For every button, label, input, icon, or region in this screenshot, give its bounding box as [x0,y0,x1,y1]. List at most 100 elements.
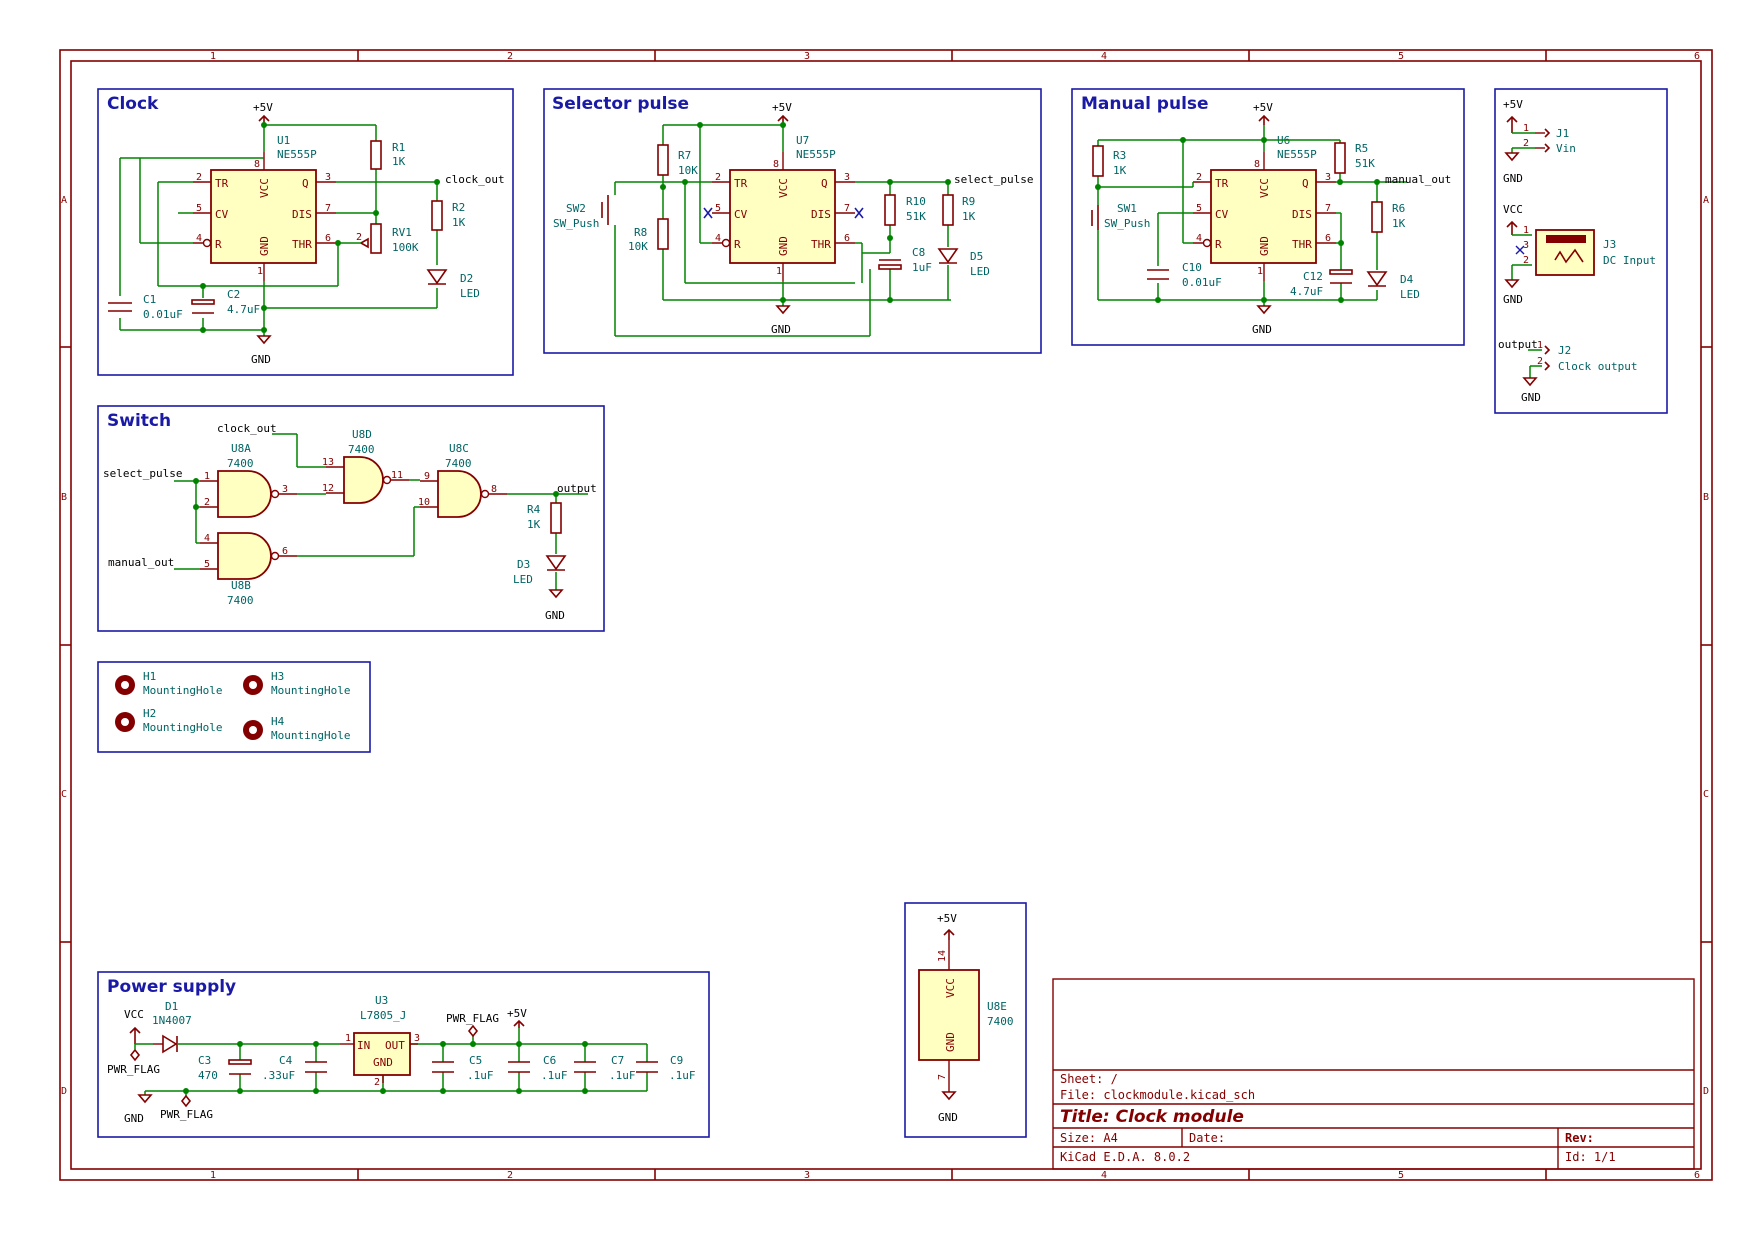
rv1-value: 100K [392,241,419,254]
u8e-ref: U8E [987,1000,1007,1013]
u7-pin-vcc: VCC [777,178,790,198]
u8e-gnd-label: GND [938,1111,958,1124]
c2-value: 4.7uF [227,303,260,316]
u8a-ref: U8A [231,442,251,455]
r8-ref: R8 [634,226,647,239]
c8-value: 1uF [912,261,932,274]
r10-value: 51K [906,210,926,223]
u8e-gnd: GND [944,1032,957,1052]
row-label: B [61,492,67,503]
net-label-output: output [1498,338,1538,351]
d2-ref: D2 [460,272,473,285]
pin-num: 4 [204,533,210,544]
u1-pin-gnd: GND [258,236,271,256]
r6-value: 1K [1392,217,1406,230]
pin-num: 5 [1196,203,1202,214]
u7-pin-thr: THR [811,238,831,251]
row-label: C [61,789,67,800]
j1-value: Vin [1556,142,1576,155]
tb-date: Date: [1189,1131,1225,1145]
r1-value: 1K [392,155,406,168]
u8e-pin7: 7 [937,1074,948,1080]
c8-ref: C8 [912,246,925,259]
rv1-ref: RV1 [392,226,412,239]
switch-gnd-label: GND [545,609,565,622]
pin-num: 1 [776,266,782,277]
col-label: 5 [1398,51,1404,62]
c7-ref: C7 [611,1054,624,1067]
row-label: B [1703,492,1709,503]
j1-pin2: 2 [1523,138,1529,149]
d5-ref: D5 [970,250,983,263]
r1-ref: R1 [392,141,405,154]
pin-num: 7 [844,203,850,214]
pin-num: 4 [1196,233,1202,244]
u7-value: NE555P [796,148,836,161]
pin-num: 4 [715,233,721,244]
j1-ref: J1 [1556,127,1569,140]
h1-value: MountingHole [143,684,222,697]
r3-value: 1K [1113,164,1127,177]
u6-pin-thr: THR [1292,238,1312,251]
power-circuit: VCC PWR_FLAG D1 1N4007 IN OUT GND 1 3 2 … [107,994,696,1125]
r6-ref: R6 [1392,202,1405,215]
pin-num: 9 [424,471,430,482]
u8e-power-unit: +5V 14 7 VCC GND U8E 7400 GND [918,912,1014,1124]
d4-ref: D4 [1400,273,1414,286]
ps-pwrflag-1: PWR_FLAG [107,1063,160,1076]
u1-pin-tr: TR [215,177,229,190]
pin-num: 5 [196,203,202,214]
clock-gnd-label: GND [251,353,271,366]
j3-pin2: 2 [1523,255,1529,266]
c1-value: 0.01uF [143,308,183,321]
net-label-manual-out-in: manual_out [108,556,174,569]
net-label-clock-out: clock_out [445,173,505,186]
pin-num: 6 [844,233,850,244]
u3-pin2: 2 [374,1077,380,1088]
r7-value: 10K [678,164,698,177]
r3-ref: R3 [1113,149,1126,162]
u3-pin-gnd: GND [373,1056,393,1069]
switch-circuit: 1 2 3 4 5 6 13 12 11 9 10 8 U8A 7400 U8B… [103,422,597,622]
u8e-vcc: VCC [944,978,957,998]
ps-pwrflag-3: PWR_FLAG [160,1108,213,1121]
pin-num: 6 [1325,233,1331,244]
u7-pin-gnd: GND [777,236,790,256]
pin-num: 5 [204,559,210,570]
u8a-value: 7400 [227,457,254,470]
u3-pin3: 3 [414,1033,420,1044]
u6-value: NE555P [1277,148,1317,161]
d3-ref: D3 [517,558,530,571]
selector-circuit: TR CV R Q DIS THR VCC GND 2 5 4 3 7 6 8 … [553,101,1033,337]
sw2-ref: SW2 [566,202,586,215]
u8d-value: 7400 [348,443,375,456]
c5-ref: C5 [469,1054,482,1067]
sw2-value: SW_Push [553,217,599,230]
j3-pin3: 3 [1523,240,1529,251]
d2-value: LED [460,287,480,300]
schematic-canvas[interactable]: 1 2 3 4 5 6 1 2 3 4 5 6 A B C D A B C D … [0,0,1754,1241]
section-title-clock: Clock [107,94,159,114]
pin-num: 2 [715,172,721,183]
tb-id: Id: 1/1 [1565,1150,1616,1164]
pin-num: 1 [257,266,263,277]
u3-pin-out: OUT [385,1039,405,1052]
u7-vcc-label: +5V [772,101,792,114]
u8b-value: 7400 [227,594,254,607]
c1-ref: C1 [143,293,156,306]
c3-ref: C3 [198,1054,211,1067]
net-label-select-pulse-in: select_pulse [103,467,182,480]
u6-pin-dis: DIS [1292,208,1312,221]
ps-gnd-label: GND [124,1112,144,1125]
u8e-5v-label: +5V [937,912,957,925]
u8e-value: 7400 [987,1015,1014,1028]
u1-value: NE555P [277,148,317,161]
c2-ref: C2 [227,288,240,301]
c9-ref: C9 [670,1054,683,1067]
tb-size: Size: A4 [1060,1131,1118,1145]
u7-pin-tr: TR [734,177,748,190]
col-label: 6 [1694,1170,1700,1181]
j1-vcc-label: +5V [1503,98,1523,111]
pin-num: 8 [773,159,779,170]
tb-file: File: clockmodule.kicad_sch [1060,1088,1255,1102]
